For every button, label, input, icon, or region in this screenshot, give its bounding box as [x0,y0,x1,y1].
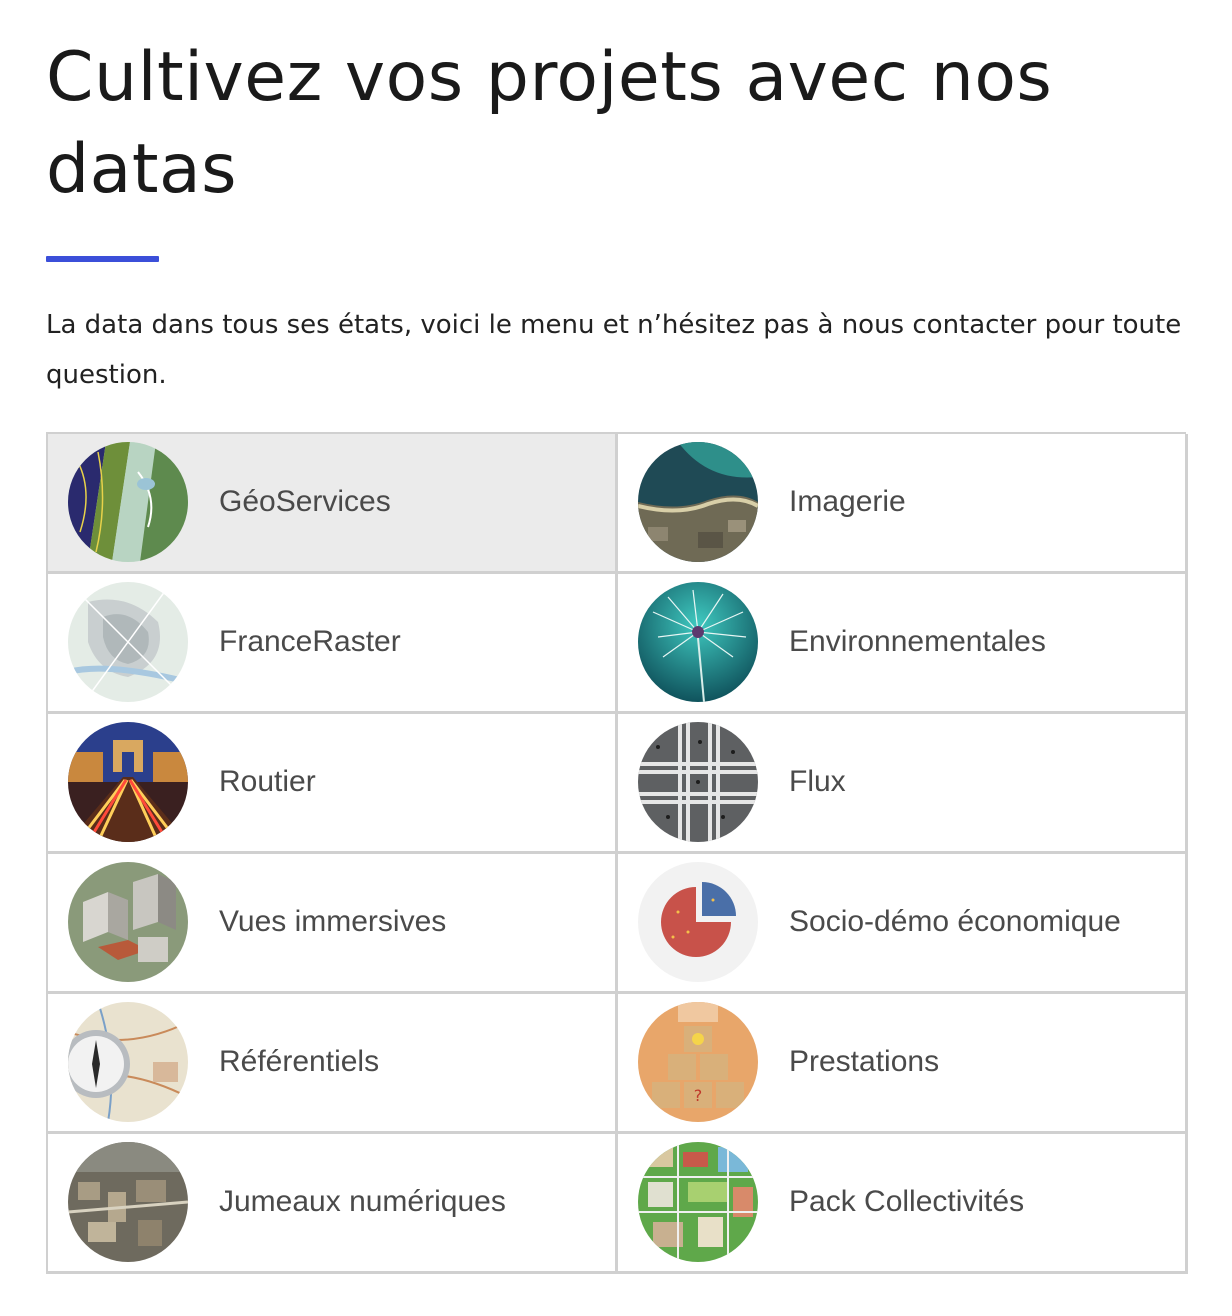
category-card-geoservices[interactable]: GéoServices [48,434,618,574]
category-label: GéoServices [219,485,391,518]
category-label: Environnementales [789,625,1046,658]
category-label: FranceRaster [219,625,401,658]
category-label: Routier [219,765,316,798]
category-card-pack-collectivites[interactable]: Pack Collectivités [618,1134,1188,1274]
page-title: Cultivez vos projets avec nos datas [46,38,1053,209]
category-label: Jumeaux numériques [219,1185,506,1218]
category-card-environnementales[interactable]: Environnementales [618,574,1188,714]
category-card-jumeaux-numeriques[interactable]: Jumeaux numériques [48,1134,618,1274]
map-layers-thumbnail [68,442,188,562]
dandelion-thumbnail [638,582,758,702]
svg-text:?: ? [694,1086,703,1105]
category-label: Référentiels [219,1045,380,1078]
aerial-coast-thumbnail [638,442,758,562]
category-label: Pack Collectivités [789,1185,1025,1218]
intro-text: La data dans tous ses états, voici le me… [46,310,1182,390]
page-content: Cultivez vos projets avec nos datas La d… [46,0,1188,1274]
category-card-prestations[interactable]: ? Prestations [618,994,1188,1134]
compass-map-thumbnail [68,1002,188,1122]
category-card-flux[interactable]: Flux [618,714,1188,854]
city-planning-thumbnail [638,1142,758,1262]
category-label: Vues immersives [219,905,447,938]
category-card-franceraster[interactable]: FranceRaster [48,574,618,714]
category-card-routier[interactable]: Routier [48,714,618,854]
category-label: Socio-démo économique [789,905,1121,938]
category-grid: GéoServices Imagerie FranceRaster Enviro… [46,432,1188,1274]
arc-de-triomphe-traffic-thumbnail [68,722,188,842]
category-label: Prestations [789,1045,940,1078]
3d-city-thumbnail [68,862,188,982]
crowd-pie-chart-thumbnail [638,862,758,982]
title-accent-bar [46,256,159,262]
category-label: Imagerie [789,485,906,518]
raster-map-thumbnail [68,582,188,702]
category-card-socio-demo-economique[interactable]: Socio-démo économique [618,854,1188,994]
category-card-imagerie[interactable]: Imagerie [618,434,1188,574]
crosswalk-crowd-thumbnail [638,722,758,842]
category-card-referentiels[interactable]: Référentiels [48,994,618,1134]
wooden-cubes-thumbnail: ? [638,1002,758,1122]
3d-aerial-city-thumbnail [68,1142,188,1262]
category-label: Flux [789,765,846,798]
category-card-vues-immersives[interactable]: Vues immersives [48,854,618,994]
